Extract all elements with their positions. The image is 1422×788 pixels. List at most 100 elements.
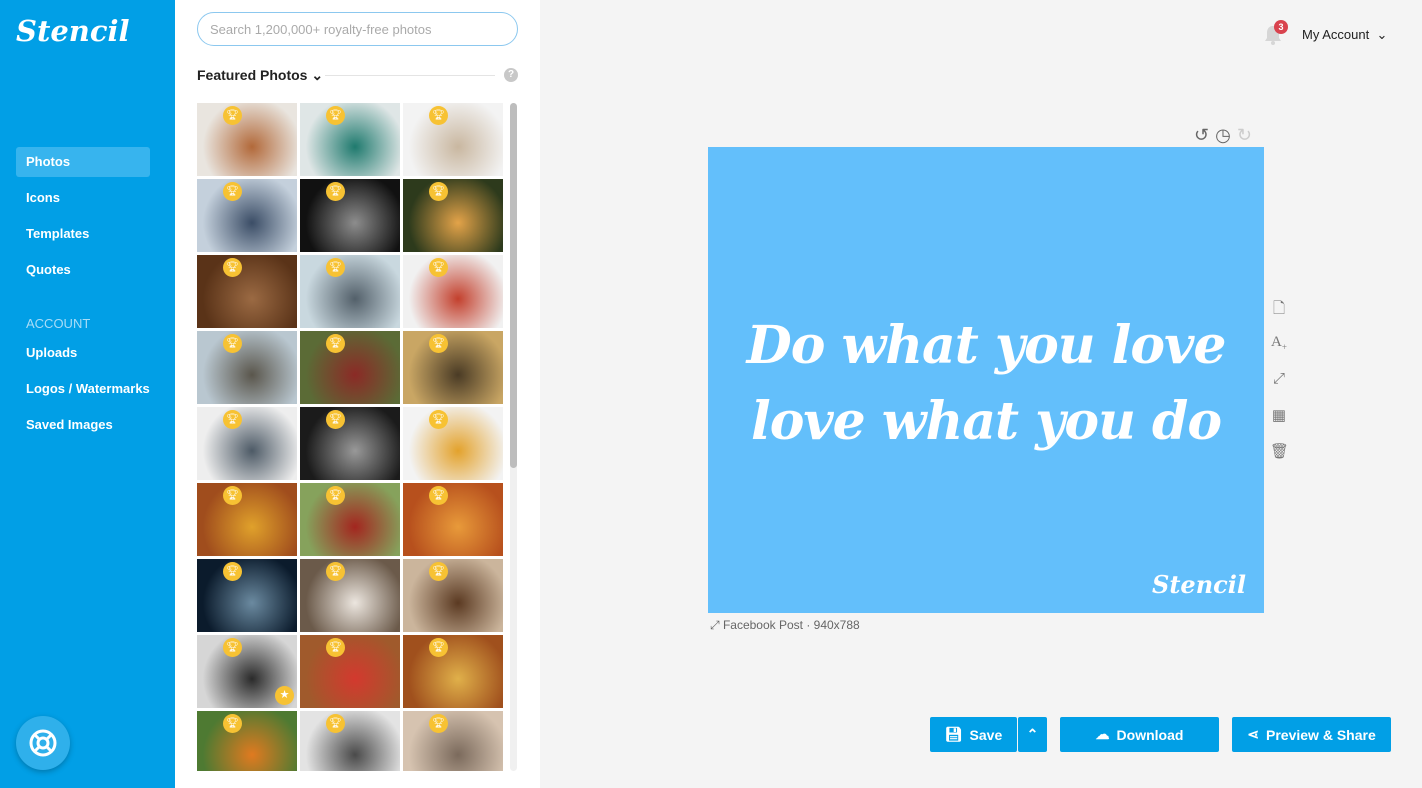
trophy-icon: 🏆︎	[326, 258, 345, 277]
photo-thumbnail[interactable]: 🏆︎	[403, 407, 503, 480]
cloud-download-icon: ☁	[1095, 726, 1110, 742]
floppy-icon: 💾︎	[944, 726, 963, 742]
trophy-icon: 🏆︎	[326, 486, 345, 505]
trophy-icon: 🏆︎	[429, 182, 448, 201]
canvas-tools: 🗋 A+ ⤢ ▦ 🗑	[1270, 298, 1289, 461]
grid-icon[interactable]: ▦	[1270, 406, 1288, 425]
trophy-icon: 🏆︎	[326, 562, 345, 581]
sidebar-item-uploads[interactable]: Uploads	[16, 338, 150, 368]
sidebar-item-icons[interactable]: Icons	[16, 183, 150, 213]
photo-thumbnail[interactable]: 🏆︎	[403, 103, 503, 176]
canvas-size-label: Facebook Post · 940x788	[722, 618, 860, 632]
account-heading: ACCOUNT	[26, 316, 91, 331]
preview-share-button[interactable]: ⋖ Preview & Share	[1232, 717, 1391, 752]
photo-thumbnail[interactable]: 🏆︎	[300, 103, 400, 176]
photo-thumbnail[interactable]: 🏆︎	[300, 255, 400, 328]
trophy-icon: 🏆︎	[429, 258, 448, 277]
photo-thumbnail[interactable]: 🏆︎	[300, 483, 400, 556]
resize-icon: ⤢	[710, 618, 720, 632]
search-input[interactable]	[197, 12, 518, 46]
account-menu[interactable]: My Account ⌄	[1302, 27, 1387, 43]
photo-thumbnail[interactable]: 🏆︎	[197, 331, 297, 404]
trophy-icon: 🏆︎	[326, 334, 345, 353]
photo-thumbnail[interactable]: 🏆︎	[403, 635, 503, 708]
trophy-icon: 🏆︎	[223, 714, 242, 733]
help-icon[interactable]: ?	[504, 68, 518, 82]
scrollbar[interactable]	[510, 103, 517, 771]
trophy-icon: 🏆︎	[223, 486, 242, 505]
canvas-size-selector[interactable]: ⤢ Facebook Post · 940x788	[710, 618, 860, 633]
trophy-icon: 🏆︎	[326, 714, 345, 733]
photo-thumbnail[interactable]: 🏆︎	[300, 179, 400, 252]
featured-photos-dropdown[interactable]: Featured Photos ⌄	[197, 67, 323, 84]
stencil-logo[interactable]: Stencil	[16, 14, 130, 48]
sidebar-item-saved-images[interactable]: Saved Images	[16, 410, 150, 440]
photo-thumbnail[interactable]: 🏆︎	[197, 711, 297, 771]
help-button[interactable]	[16, 716, 70, 770]
watermark-logo[interactable]: Stencil	[1152, 570, 1246, 599]
photo-thumbnail[interactable]: 🏆︎	[403, 255, 503, 328]
sidebar: Stencil Photos Icons Templates Quotes AC…	[0, 0, 175, 788]
trophy-icon: 🏆︎	[223, 106, 242, 125]
sidebar-item-photos[interactable]: Photos	[16, 147, 150, 177]
trophy-icon: 🏆︎	[429, 410, 448, 429]
sidebar-item-logos[interactable]: Logos / Watermarks	[16, 374, 150, 404]
sidebar-item-quotes[interactable]: Quotes	[16, 255, 150, 285]
photo-thumbnail[interactable]: 🏆︎	[403, 711, 503, 771]
undo-icon[interactable]: ↺	[1194, 125, 1209, 146]
chevron-up-icon: ⌃	[1026, 726, 1039, 742]
trophy-icon: 🏆︎	[223, 334, 242, 353]
photo-thumbnail[interactable]: 🏆︎	[403, 331, 503, 404]
background-page-icon[interactable]: 🗋	[1270, 298, 1288, 317]
photo-thumbnail[interactable]: 🏆︎	[300, 331, 400, 404]
save-button[interactable]: 💾︎ Save	[930, 717, 1017, 752]
photo-thumbnail[interactable]: 🏆︎ ★	[197, 635, 297, 708]
trash-icon[interactable]: 🗑	[1270, 442, 1289, 461]
photo-thumbnail[interactable]: 🏆︎	[197, 407, 297, 480]
lifebuoy-icon	[29, 729, 57, 757]
photo-thumbnail[interactable]: 🏆︎	[300, 711, 400, 771]
notification-count-badge: 3	[1274, 20, 1288, 34]
photo-thumbnail[interactable]: 🏆︎	[300, 635, 400, 708]
trophy-icon: 🏆︎	[429, 334, 448, 353]
photo-grid: 🏆︎ 🏆︎ 🏆︎ 🏆︎ 🏆︎ 🏆︎ 🏆︎ 🏆︎ 🏆︎ 🏆︎ 🏆︎ 🏆︎ 🏆︎ 🏆︎ 🏆︎ 🏆︎ 🏆︎ 🏆︎ 🏆︎ 🏆︎…	[197, 103, 503, 771]
divider	[325, 75, 495, 76]
chevron-down-icon: ⌄	[311, 67, 324, 83]
resize-icon[interactable]: ⤢	[1270, 370, 1288, 389]
scrollbar-thumb[interactable]	[510, 103, 517, 468]
star-icon: ★	[275, 686, 294, 705]
account-label: My Account	[1302, 27, 1370, 42]
photo-thumbnail[interactable]: 🏆︎	[197, 559, 297, 632]
download-button[interactable]: ☁ Download	[1060, 717, 1219, 752]
share-icon: ⋖	[1247, 726, 1259, 742]
trophy-icon: 🏆︎	[429, 486, 448, 505]
chevron-down-icon: ⌄	[1376, 27, 1388, 42]
history-clock-icon[interactable]: ◷	[1215, 125, 1231, 146]
sidebar-item-templates[interactable]: Templates	[16, 219, 150, 249]
trophy-icon: 🏆︎	[326, 410, 345, 429]
redo-icon[interactable]: ↻	[1237, 125, 1252, 146]
share-label: Preview & Share	[1266, 726, 1376, 743]
trophy-icon: 🏆︎	[223, 182, 242, 201]
photo-thumbnail[interactable]: 🏆︎	[197, 179, 297, 252]
trophy-icon: 🏆︎	[223, 410, 242, 429]
trophy-icon: 🏆︎	[429, 562, 448, 581]
photo-thumbnail[interactable]: 🏆︎	[197, 103, 297, 176]
quote-line-2[interactable]: love what you do	[708, 391, 1264, 452]
add-text-icon[interactable]: A+	[1270, 334, 1288, 353]
photo-thumbnail[interactable]: 🏆︎	[300, 559, 400, 632]
photo-thumbnail[interactable]: 🏆︎	[197, 483, 297, 556]
save-label: Save	[969, 726, 1003, 743]
photo-panel: Featured Photos ⌄ ? 🏆︎🏆︎🏆︎🏆︎🏆︎🏆︎🏆︎🏆︎🏆︎🏆︎…	[175, 0, 540, 788]
photo-thumbnail[interactable]: 🏆︎	[300, 407, 400, 480]
photo-thumbnail[interactable]: 🏆︎	[403, 179, 503, 252]
quote-line-1[interactable]: Do what you love	[708, 315, 1264, 376]
photo-thumbnail[interactable]: 🏆︎	[197, 255, 297, 328]
design-canvas[interactable]: Do what you love love what you do Stenci…	[708, 147, 1264, 613]
trophy-icon: 🏆︎	[223, 562, 242, 581]
trophy-icon: 🏆︎	[429, 638, 448, 657]
photo-thumbnail[interactable]: 🏆︎	[403, 559, 503, 632]
save-options-button[interactable]: ⌃	[1018, 717, 1047, 752]
history-controls: ↺ ◷ ↻	[1194, 125, 1252, 146]
photo-thumbnail[interactable]: 🏆︎	[403, 483, 503, 556]
